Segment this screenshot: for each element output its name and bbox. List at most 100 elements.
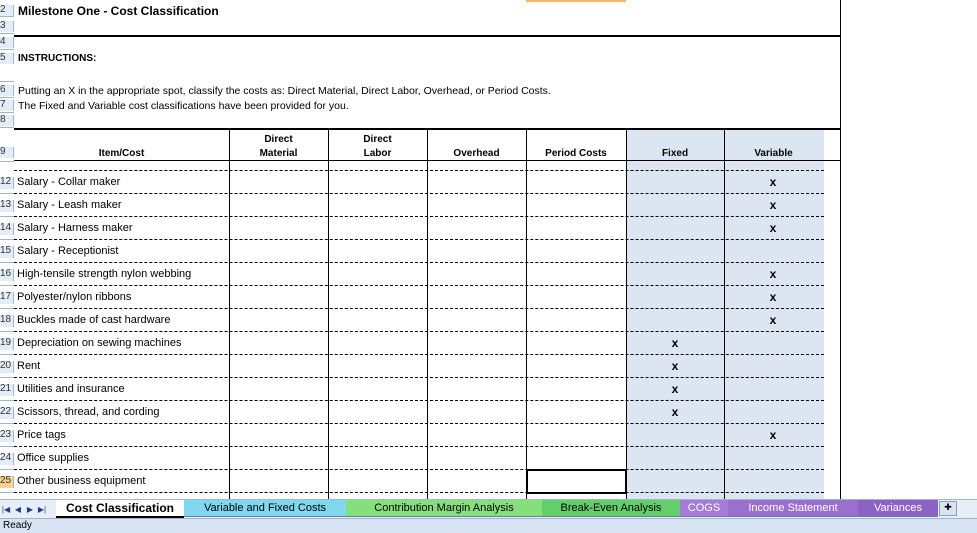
item-cost-cell[interactable]: Other business equipment: [17, 475, 145, 487]
last-sheet-icon[interactable]: ▶|: [36, 500, 48, 519]
row-number[interactable]: 16: [0, 269, 14, 281]
period-costs-cell[interactable]: [527, 378, 624, 401]
row-number[interactable]: 7: [0, 100, 14, 111]
overhead-cell[interactable]: [428, 217, 525, 240]
direct-labor-cell[interactable]: [329, 194, 426, 217]
row-number[interactable]: 2: [0, 5, 14, 16]
row-number[interactable]: 21: [0, 384, 14, 396]
direct-material-cell[interactable]: [230, 240, 327, 263]
period-costs-cell[interactable]: [527, 447, 624, 470]
variable-cell[interactable]: x: [724, 221, 822, 235]
item-cost-cell[interactable]: Salary - Harness maker: [17, 222, 133, 234]
tab-variable-and-fixed-costs[interactable]: Variable and Fixed Costs: [184, 500, 346, 517]
direct-labor-cell[interactable]: [329, 447, 426, 470]
item-cost-cell[interactable]: Depreciation on sewing machines: [17, 337, 181, 349]
item-cost-cell[interactable]: Office supplies: [17, 452, 89, 464]
direct-labor-cell[interactable]: [329, 171, 426, 194]
insert-sheet-icon[interactable]: ✚: [939, 501, 957, 516]
fixed-cell[interactable]: x: [626, 405, 724, 419]
period-costs-cell[interactable]: [527, 355, 624, 378]
item-cost-cell[interactable]: Salary - Receptionist: [17, 245, 119, 257]
overhead-cell[interactable]: [428, 332, 525, 355]
tab-cost-classification[interactable]: Cost Classification: [56, 500, 184, 518]
tab-break-even-analysis[interactable]: Break-Even Analysis: [542, 500, 680, 517]
tab-variances[interactable]: Variances: [858, 500, 938, 517]
variable-cell[interactable]: x: [724, 198, 822, 212]
row-number[interactable]: 14: [0, 223, 14, 235]
row-number[interactable]: 4: [0, 37, 14, 48]
direct-material-cell[interactable]: [230, 470, 327, 493]
item-cost-cell[interactable]: Price tags: [17, 429, 66, 441]
direct-material-cell[interactable]: [230, 171, 327, 194]
first-sheet-icon[interactable]: |◀: [0, 500, 12, 519]
direct-material-cell[interactable]: [230, 263, 327, 286]
direct-labor-cell[interactable]: [329, 263, 426, 286]
direct-material-cell[interactable]: [230, 447, 327, 470]
variable-cell[interactable]: x: [724, 267, 822, 281]
row-number[interactable]: 3: [0, 21, 14, 32]
previous-sheet-icon[interactable]: ◀: [12, 500, 24, 519]
direct-material-cell[interactable]: [230, 378, 327, 401]
row-number[interactable]: 15: [0, 246, 14, 258]
item-cost-cell[interactable]: High-tensile strength nylon webbing: [17, 268, 191, 280]
direct-labor-cell[interactable]: [329, 217, 426, 240]
variable-cell[interactable]: x: [724, 313, 822, 327]
overhead-cell[interactable]: [428, 378, 525, 401]
worksheet[interactable]: 2 3 4 5 6 7 8 9 Milestone One - Cost Cla…: [0, 0, 977, 499]
variable-cell[interactable]: x: [724, 175, 822, 189]
direct-labor-cell[interactable]: [329, 240, 426, 263]
overhead-cell[interactable]: [428, 286, 525, 309]
item-cost-cell[interactable]: Polyester/nylon ribbons: [17, 291, 131, 303]
direct-material-cell[interactable]: [230, 217, 327, 240]
direct-labor-cell[interactable]: [329, 401, 426, 424]
period-costs-cell[interactable]: [527, 194, 624, 217]
overhead-cell[interactable]: [428, 263, 525, 286]
direct-material-cell[interactable]: [230, 194, 327, 217]
period-costs-cell[interactable]: [527, 217, 624, 240]
direct-material-cell[interactable]: [230, 401, 327, 424]
fixed-cell[interactable]: x: [626, 382, 724, 396]
overhead-cell[interactable]: [428, 424, 525, 447]
direct-labor-cell[interactable]: [329, 355, 426, 378]
item-cost-cell[interactable]: Scissors, thread, and cording: [17, 406, 159, 418]
next-sheet-icon[interactable]: ▶: [24, 500, 36, 519]
row-number[interactable]: 25: [0, 476, 14, 488]
direct-labor-cell[interactable]: [329, 424, 426, 447]
active-cell-selection[interactable]: [526, 469, 627, 494]
row-number[interactable]: 8: [0, 115, 14, 126]
direct-labor-cell[interactable]: [329, 286, 426, 309]
item-cost-cell[interactable]: Rent: [17, 360, 40, 372]
row-number[interactable]: 19: [0, 338, 14, 350]
overhead-cell[interactable]: [428, 470, 525, 493]
row-number[interactable]: 24: [0, 453, 14, 465]
overhead-cell[interactable]: [428, 447, 525, 470]
row-number[interactable]: 18: [0, 315, 14, 327]
variable-cell[interactable]: x: [724, 290, 822, 304]
direct-labor-cell[interactable]: [329, 332, 426, 355]
overhead-cell[interactable]: [428, 355, 525, 378]
fixed-cell[interactable]: x: [626, 336, 724, 350]
period-costs-cell[interactable]: [527, 286, 624, 309]
overhead-cell[interactable]: [428, 240, 525, 263]
row-number[interactable]: 9: [0, 147, 14, 158]
direct-material-cell[interactable]: [230, 355, 327, 378]
period-costs-cell[interactable]: [527, 401, 624, 424]
fixed-cell[interactable]: x: [626, 359, 724, 373]
direct-material-cell[interactable]: [230, 309, 327, 332]
item-cost-cell[interactable]: Buckles made of cast hardware: [17, 314, 170, 326]
item-cost-cell[interactable]: Salary - Leash maker: [17, 199, 122, 211]
row-number[interactable]: 12: [0, 177, 14, 189]
direct-material-cell[interactable]: [230, 424, 327, 447]
overhead-cell[interactable]: [428, 171, 525, 194]
tab-cogs[interactable]: COGS: [680, 500, 728, 517]
row-number[interactable]: 20: [0, 361, 14, 373]
overhead-cell[interactable]: [428, 194, 525, 217]
period-costs-cell[interactable]: [527, 309, 624, 332]
variable-cell[interactable]: x: [724, 428, 822, 442]
period-costs-cell[interactable]: [527, 263, 624, 286]
item-cost-cell[interactable]: Salary - Collar maker: [17, 176, 120, 188]
row-number[interactable]: 23: [0, 430, 14, 442]
overhead-cell[interactable]: [428, 401, 525, 424]
tab-income-statement[interactable]: Income Statement: [728, 500, 858, 517]
direct-labor-cell[interactable]: [329, 470, 426, 493]
